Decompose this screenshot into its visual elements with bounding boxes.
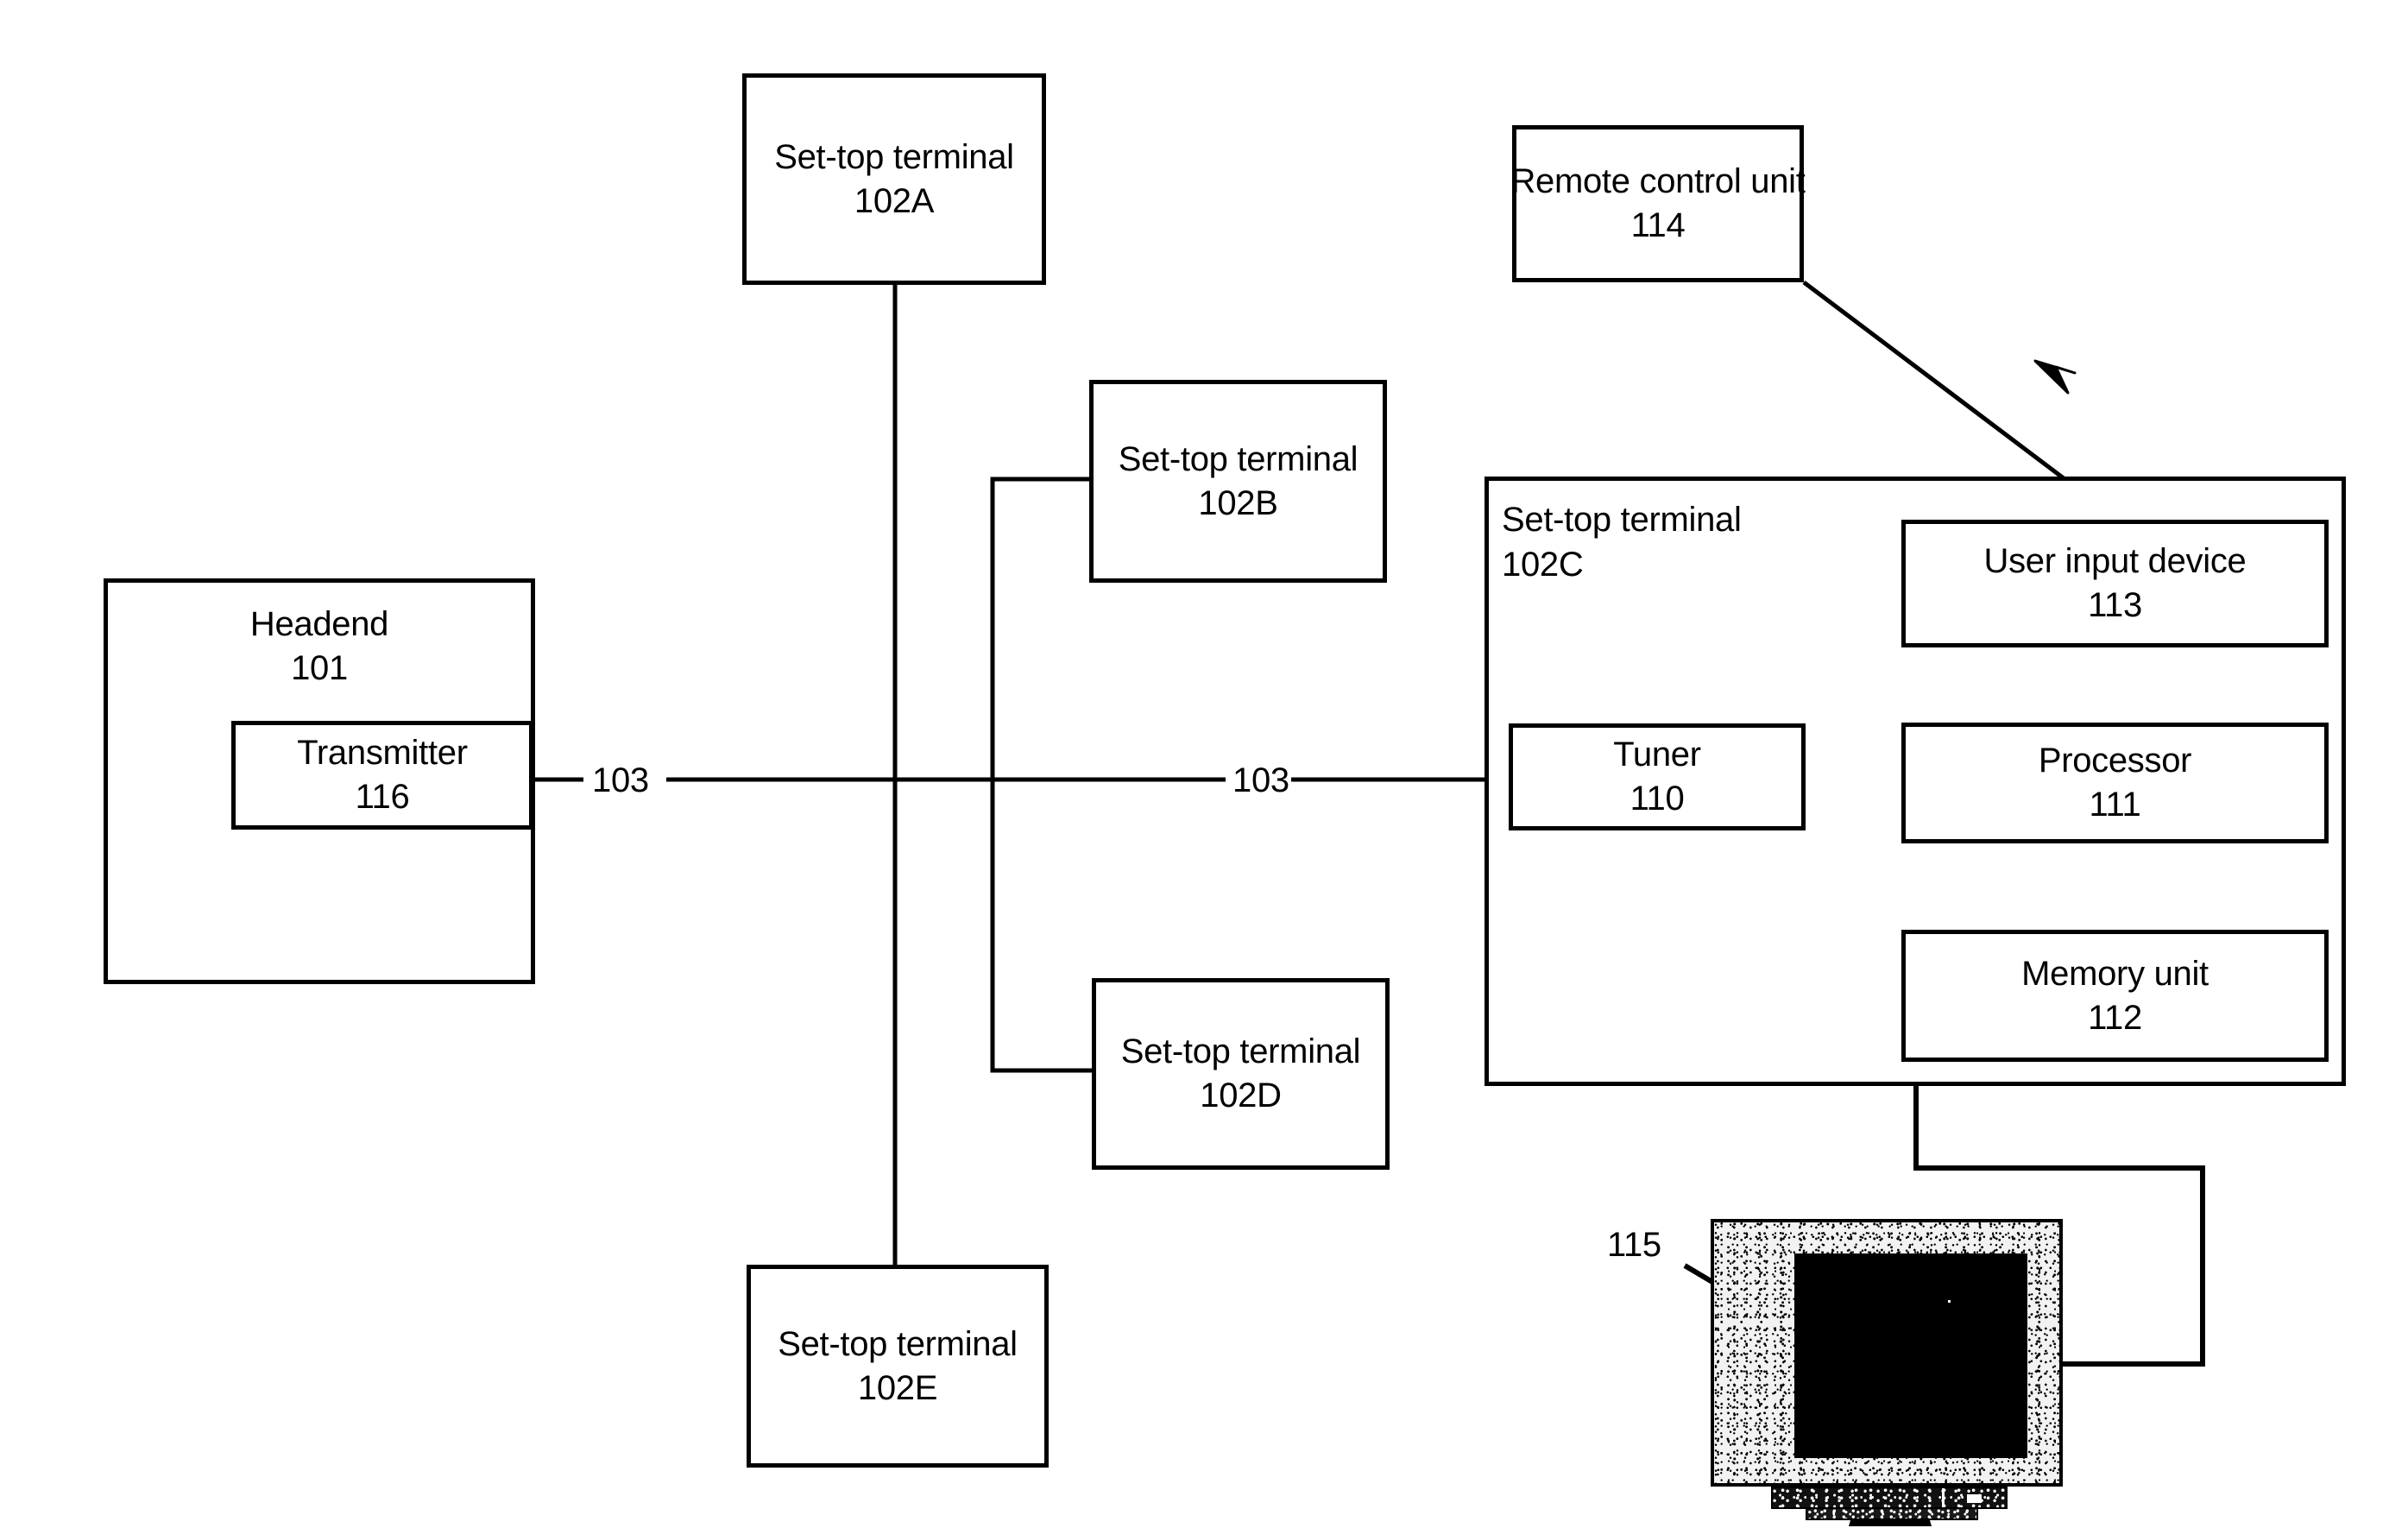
processor-ref: 111: [2089, 786, 2141, 824]
processor-title: Processor: [2038, 742, 2192, 780]
processor-block[interactable]: Processor 111: [1901, 723, 2329, 843]
remote-ref: 114: [1630, 206, 1686, 244]
set-top-terminal-102a-block[interactable]: Set-top terminal 102A: [742, 73, 1046, 285]
transmitter-ref: 116: [355, 778, 410, 816]
memory-unit-block[interactable]: Memory unit 112: [1901, 930, 2329, 1062]
bus-label-left: 103: [592, 761, 649, 799]
tuner-ref: 110: [1629, 780, 1685, 818]
stt-e-ref: 102E: [857, 1368, 938, 1407]
stt-d-ref: 102D: [1200, 1077, 1282, 1114]
set-top-terminal-102e-block[interactable]: Set-top terminal 102E: [747, 1265, 1049, 1468]
patent-figure: Headend 101 Transmitter 116 Set-top term…: [0, 0, 2408, 1528]
tuner-title: Tuner: [1613, 736, 1701, 774]
stt-b-ref: 102B: [1198, 483, 1278, 522]
stt-e-title: Set-top terminal: [778, 1324, 1018, 1363]
stt-c-ref: 102C: [1502, 546, 1584, 584]
user-input-title: User input device: [1983, 542, 2247, 581]
monitor-bezel: [1711, 1219, 2063, 1487]
display-monitor[interactable]: [1711, 1219, 2063, 1526]
ir-beam-arrowhead: [2033, 359, 2077, 395]
stt-d-title: Set-top terminal: [1120, 1032, 1361, 1071]
user-input-ref: 113: [2088, 586, 2142, 624]
stt-b-title: Set-top terminal: [1118, 439, 1358, 478]
headend-ref: 101: [291, 648, 348, 687]
headend-title: Headend: [249, 605, 389, 643]
stt-a-ref: 102A: [854, 181, 935, 220]
user-input-device-block[interactable]: User input device 113: [1901, 520, 2329, 647]
transmitter-block[interactable]: Transmitter 116: [231, 721, 533, 830]
memory-ref: 112: [2088, 998, 2142, 1037]
display-ref-label: 115: [1607, 1226, 1661, 1264]
remote-control-unit-block[interactable]: Remote control unit 114: [1510, 125, 1806, 282]
set-top-terminal-102b-block[interactable]: Set-top terminal 102B: [1089, 380, 1387, 583]
stt-c-caption: Set-top terminal 102C: [1502, 497, 1742, 587]
memory-title: Memory unit: [2021, 954, 2209, 993]
remote-title: Remote control unit: [1510, 162, 1806, 201]
monitor-screen: [1794, 1253, 2027, 1458]
monitor-control-panel[interactable]: [1771, 1487, 2008, 1511]
link-bracket-b-d: [990, 477, 1092, 1073]
bus-label-right: 103: [1232, 761, 1289, 799]
tuner-block[interactable]: Tuner 110: [1509, 723, 1806, 830]
stt-c-title: Set-top terminal: [1502, 501, 1742, 539]
set-top-terminal-102d-block[interactable]: Set-top terminal 102D: [1092, 978, 1390, 1170]
stt-a-title: Set-top terminal: [774, 137, 1014, 176]
transmitter-title: Transmitter: [297, 734, 468, 773]
power-led-icon: [1967, 1494, 1982, 1503]
monitor-base: [1806, 1507, 1978, 1520]
